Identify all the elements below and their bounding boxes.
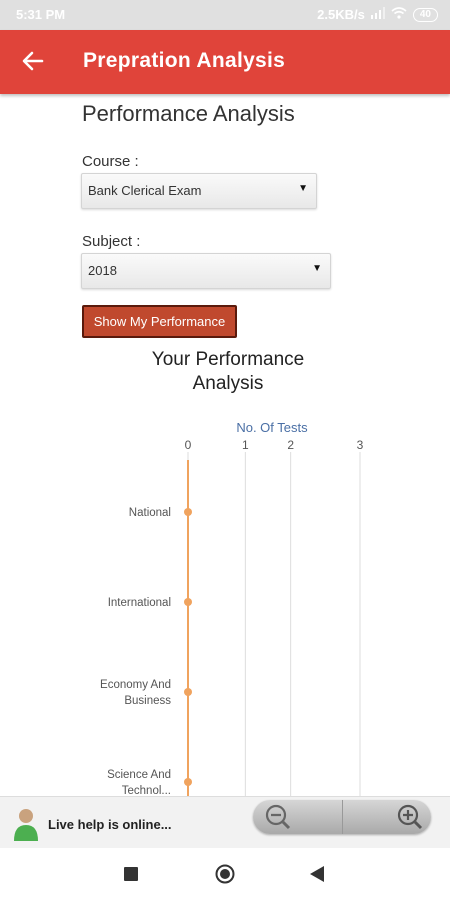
x-axis-label: No. Of Tests [236, 420, 308, 435]
data-point [184, 778, 192, 786]
data-point [184, 688, 192, 696]
performance-chart: No. Of Tests 0 1 2 3 National International Eco… [100, 420, 364, 796]
show-performance-button[interactable]: Show My Performance [82, 305, 237, 338]
x-tick-label: 1 [242, 438, 249, 452]
signal-icon [370, 7, 385, 22]
app-bar: Prepration Analysis [0, 30, 450, 94]
x-tick-label: 2 [287, 438, 294, 452]
x-tick-label: 3 [357, 438, 364, 452]
category-label: Science And [107, 769, 171, 781]
battery-indicator: 40 [412, 7, 438, 22]
page-heading: Performance Analysis [82, 101, 295, 126]
category-label: International [108, 597, 171, 609]
recent-apps-icon[interactable] [124, 867, 138, 886]
live-help-text: Live help is online... [48, 817, 172, 832]
dropdown-arrow-icon: ▼ [312, 263, 322, 274]
support-agent-avatar-icon [10, 805, 42, 841]
data-point [184, 598, 192, 606]
app-title: Prepration Analysis [83, 49, 286, 72]
course-select[interactable]: Bank Clerical Exam ▼ [81, 173, 317, 209]
wifi-icon [391, 7, 407, 22]
subject-label: Subject : [82, 233, 141, 250]
category-label: National [129, 507, 171, 519]
zoom-out-icon [265, 804, 291, 830]
data-point [184, 508, 192, 516]
x-tick-label: 0 [185, 438, 192, 452]
category-label: Business [124, 695, 171, 707]
home-icon[interactable] [215, 864, 235, 889]
back-nav-icon[interactable] [310, 866, 324, 887]
category-label: Economy And [100, 679, 171, 691]
system-nav-bar [0, 848, 450, 900]
zoom-in-button[interactable] [342, 800, 431, 834]
course-label: Course : [82, 153, 139, 170]
chart-title: Your Performance Analysis [0, 348, 450, 396]
back-arrow-icon[interactable] [20, 48, 46, 74]
status-bar: 5:31 PM 2.5KB/s 40 [0, 0, 450, 30]
subject-selected-value: 2018 [88, 263, 117, 278]
category-label: Technol... [122, 785, 171, 796]
status-time: 5:31 PM [16, 7, 66, 22]
course-selected-value: Bank Clerical Exam [88, 183, 202, 198]
network-speed: 2.5KB/s [317, 7, 365, 22]
status-icons: 2.5KB/s 40 [317, 7, 438, 22]
chart-title-line-1: Your Performance [151, 349, 305, 370]
dropdown-arrow-icon: ▼ [298, 183, 308, 194]
zoom-out-button[interactable] [253, 800, 342, 834]
subject-select[interactable]: 2018 ▼ [81, 253, 331, 289]
zoom-in-icon [397, 804, 423, 830]
zoom-controls [253, 800, 431, 834]
chart-title-line-2: Analysis [192, 373, 264, 394]
